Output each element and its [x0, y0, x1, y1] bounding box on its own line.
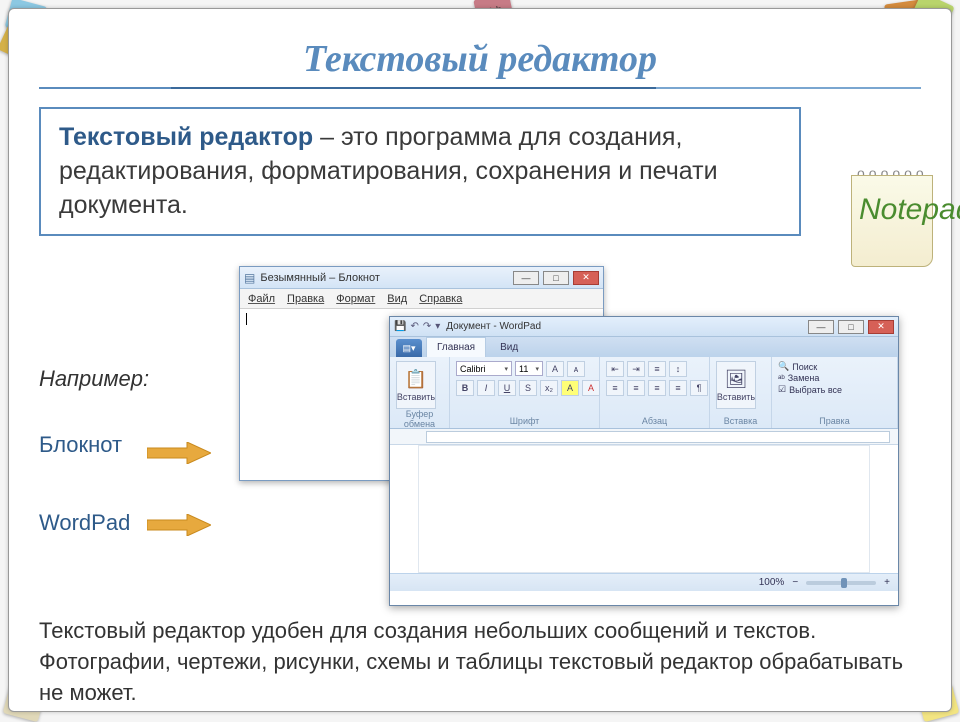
grow-font-button[interactable]: A	[546, 361, 564, 377]
zoom-out-button[interactable]: −	[792, 577, 798, 588]
align-center-button[interactable]: ≡	[627, 380, 645, 396]
zoom-slider[interactable]	[806, 581, 876, 585]
notepad-plus-icon: oooooo Notepad++	[845, 169, 935, 269]
search-icon: 🔍	[778, 361, 789, 372]
wordpad-titlebar[interactable]: 💾 ↶ ↷ ▾ Документ - WordPad — □ ✕	[390, 317, 898, 337]
minimize-button[interactable]: —	[513, 271, 539, 285]
menu-file[interactable]: Файл	[248, 293, 275, 305]
footer-text: Текстовый редактор удобен для создания н…	[39, 616, 921, 708]
wordpad-tabbar: ▤▾ Главная Вид	[390, 337, 898, 357]
maximize-button[interactable]: □	[838, 320, 864, 334]
clipboard-icon: 📋	[405, 369, 427, 390]
wordpad-ribbon: 📋 Вставить Буфер обмена Calibri▾ 11▾ A	[390, 357, 898, 429]
notepad-title-text: Безымянный – Блокнот	[260, 272, 380, 284]
font-size-select[interactable]: 11▾	[515, 361, 543, 376]
arrow-icon	[147, 442, 211, 464]
redo-icon[interactable]: ↷	[423, 321, 431, 332]
notepad-titlebar[interactable]: ▤ Безымянный – Блокнот — □ ✕	[240, 267, 603, 289]
font-name-select[interactable]: Calibri▾	[456, 361, 512, 376]
select-all-button[interactable]: ☑Выбрать все	[778, 384, 891, 395]
group-label-font: Шрифт	[456, 416, 593, 426]
notepad-menubar: Файл Правка Формат Вид Справка	[240, 289, 603, 309]
strike-button[interactable]: S	[519, 380, 537, 396]
menu-format[interactable]: Формат	[336, 293, 375, 305]
group-label-paragraph: Абзац	[606, 416, 703, 426]
highlight-button[interactable]: A	[561, 380, 579, 396]
definition-box: Текстовый редактор – это программа для с…	[39, 107, 801, 236]
group-label-clipboard: Буфер обмена	[396, 409, 443, 429]
close-button[interactable]: ✕	[573, 271, 599, 285]
replace-icon: ᵃᵇ	[778, 373, 785, 383]
close-button[interactable]: ✕	[868, 320, 894, 334]
line-spacing-button[interactable]: ↕	[669, 361, 687, 377]
menu-edit[interactable]: Правка	[287, 293, 324, 305]
increase-indent-button[interactable]: ⇥	[627, 361, 645, 377]
save-icon[interactable]: 💾	[394, 321, 406, 332]
replace-button[interactable]: ᵃᵇЗамена	[778, 373, 891, 383]
zoom-value: 100%	[759, 577, 785, 588]
align-right-button[interactable]: ≡	[648, 380, 666, 396]
bullets-button[interactable]: ≡	[648, 361, 666, 377]
definition-text: Текстовый редактор – это программа для с…	[59, 121, 781, 222]
app-menu-button[interactable]: ▤▾	[396, 339, 422, 357]
notepad-plus-label: Notepad++	[859, 193, 960, 227]
paste-button[interactable]: 📋 Вставить	[396, 361, 436, 409]
title-underline	[39, 87, 921, 89]
slide-frame: Текстовый редактор Текстовый редактор – …	[8, 8, 952, 712]
find-button[interactable]: 🔍Поиск	[778, 361, 891, 372]
decrease-indent-button[interactable]: ⇤	[606, 361, 624, 377]
align-left-button[interactable]: ≡	[606, 380, 624, 396]
wordpad-window: 💾 ↶ ↷ ▾ Документ - WordPad — □ ✕ ▤▾	[389, 316, 899, 606]
undo-icon[interactable]: ↶	[410, 321, 418, 332]
justify-button[interactable]: ≡	[669, 380, 687, 396]
paragraph-settings-button[interactable]: ¶	[690, 380, 708, 396]
tab-view[interactable]: Вид	[490, 338, 528, 357]
example-label: Например:	[39, 366, 229, 392]
picture-icon: 🖼	[725, 369, 748, 390]
wordpad-document-area[interactable]	[418, 445, 870, 573]
maximize-button[interactable]: □	[543, 271, 569, 285]
wordpad-ruler[interactable]	[390, 429, 898, 445]
tab-home[interactable]: Главная	[426, 337, 486, 357]
slide-title: Текстовый редактор	[39, 37, 921, 81]
notepad-app-icon: ▤	[244, 271, 255, 285]
group-label-editing: Правка	[778, 416, 891, 426]
menu-help[interactable]: Справка	[419, 293, 462, 305]
qat-dropdown-icon[interactable]: ▾	[435, 321, 440, 332]
insert-button[interactable]: 🖼 Вставить	[716, 361, 756, 409]
menu-view[interactable]: Вид	[387, 293, 407, 305]
arrow-icon	[147, 514, 211, 536]
zoom-in-button[interactable]: +	[884, 577, 890, 588]
subscript-button[interactable]: x₂	[540, 380, 558, 396]
underline-button[interactable]: U	[498, 380, 516, 396]
shrink-font-button[interactable]: ᴀ	[567, 361, 585, 377]
wordpad-title-text: Документ - WordPad	[446, 321, 541, 332]
wordpad-statusbar: 100% − +	[390, 573, 898, 591]
definition-term: Текстовый редактор	[59, 123, 313, 151]
select-icon: ☑	[778, 384, 786, 395]
bold-button[interactable]: B	[456, 380, 474, 396]
group-label-insert: Вставка	[716, 416, 765, 426]
font-color-button[interactable]: A	[582, 380, 600, 396]
italic-button[interactable]: I	[477, 380, 495, 396]
minimize-button[interactable]: —	[808, 320, 834, 334]
